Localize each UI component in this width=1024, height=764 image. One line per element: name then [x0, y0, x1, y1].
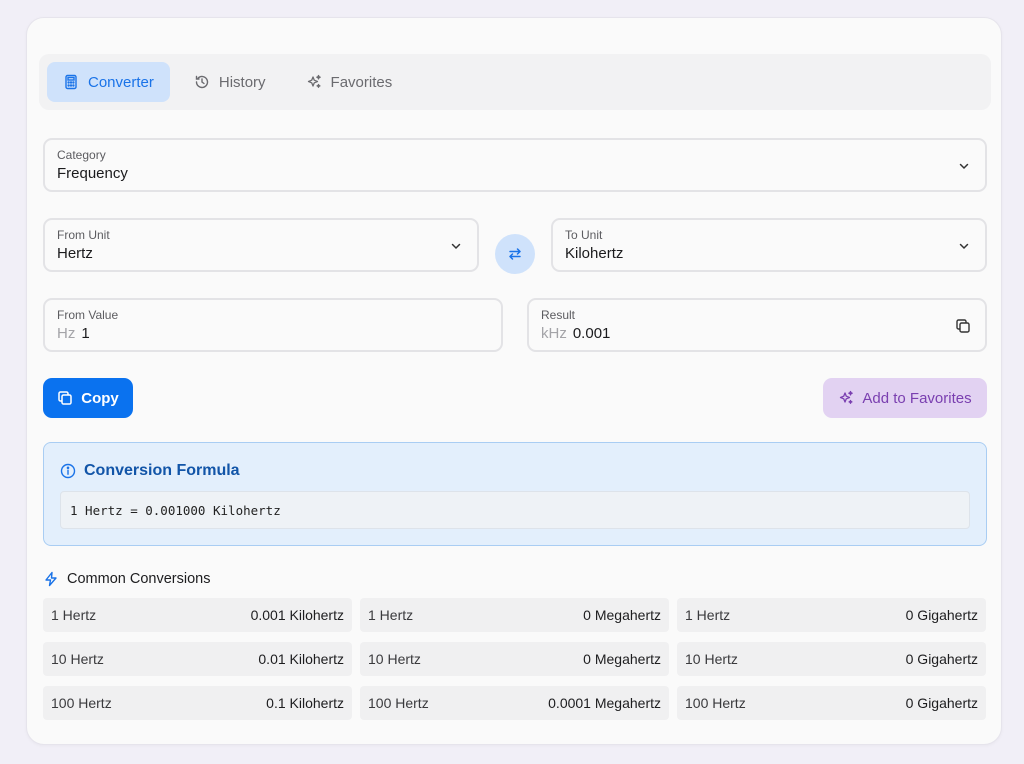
category-label: Category	[57, 148, 106, 162]
swap-arrows-icon	[509, 248, 521, 260]
lightning-icon	[45, 571, 57, 587]
history-icon	[195, 75, 209, 89]
info-icon	[60, 463, 76, 479]
chevron-down-icon	[451, 243, 461, 250]
formula-title-text: Conversion Formula	[84, 462, 240, 479]
tab-converter-label: Converter	[88, 73, 154, 91]
formula-title: Conversion Formula	[60, 462, 240, 480]
common-conversion-item[interactable]: 10 Hertz 0 Megahertz	[360, 642, 669, 676]
to-unit-select[interactable]: To Unit Kilohertz	[551, 218, 987, 272]
sparkles-icon	[840, 390, 854, 404]
common-conversions-title: Common Conversions	[43, 571, 210, 587]
converter-card: Converter History Favorites Category Fre…	[26, 17, 1002, 745]
sparkles-icon	[307, 74, 321, 88]
common-conversion-item[interactable]: 1 Hertz 0 Gigahertz	[677, 598, 986, 632]
result-label: Result	[541, 308, 576, 322]
common-conversion-item[interactable]: 10 Hertz 0 Gigahertz	[677, 642, 986, 676]
copy-icon	[58, 391, 72, 405]
copy-button-label: Copy	[81, 389, 119, 407]
tab-favorites-label: Favorites	[330, 73, 393, 91]
result-unit: kHz	[541, 325, 567, 342]
common-conversion-item[interactable]: 100 Hertz 0 Gigahertz	[677, 686, 986, 720]
from-unit-value: Hertz	[57, 245, 93, 262]
tab-converter[interactable]: Converter	[47, 62, 170, 102]
to-unit-label: To Unit	[565, 228, 603, 242]
calculator-icon	[65, 74, 77, 90]
common-conversion-item[interactable]: 100 Hertz 0.0001 Megahertz	[360, 686, 669, 720]
copy-result-icon[interactable]	[955, 318, 971, 334]
tab-bar: Converter History Favorites	[39, 54, 991, 110]
common-conversion-item[interactable]: 10 Hertz 0.01 Kilohertz	[43, 642, 352, 676]
result-value: 0.001	[572, 325, 611, 342]
add-to-favorites-label: Add to Favorites	[862, 389, 972, 407]
swap-units-button[interactable]	[495, 234, 535, 274]
add-to-favorites-button[interactable]: Add to Favorites	[823, 378, 987, 418]
copy-button[interactable]: Copy	[43, 378, 133, 418]
tab-history[interactable]: History	[178, 62, 282, 102]
from-unit-select[interactable]: From Unit Hertz	[43, 218, 479, 272]
common-conversion-item[interactable]: 1 Hertz 0 Megahertz	[360, 598, 669, 632]
category-value: Frequency	[57, 165, 128, 182]
from-value-label: From Value	[57, 308, 119, 322]
formula-text: 1 Hertz = 0.001000 Kilohertz	[60, 491, 970, 529]
from-value-field[interactable]: From Value Hz 1	[43, 298, 503, 352]
common-conversion-item[interactable]: 100 Hertz 0.1 Kilohertz	[43, 686, 352, 720]
from-value-input[interactable]: 1	[81, 325, 89, 342]
to-unit-value: Kilohertz	[565, 245, 624, 262]
conversion-formula-panel: Conversion Formula 1 Hertz = 0.001000 Ki…	[43, 442, 987, 546]
category-select[interactable]: Category Frequency	[43, 138, 987, 192]
common-conversions-grid: 1 Hertz 0.001 Kilohertz 1 Hertz 0 Megahert…	[43, 598, 987, 720]
from-value-unit: Hz	[57, 325, 76, 342]
chevron-down-icon	[959, 243, 969, 250]
common-conversions-title-text: Common Conversions	[67, 571, 211, 587]
common-conversion-item[interactable]: 1 Hertz 0.001 Kilohertz	[43, 598, 352, 632]
from-unit-label: From Unit	[57, 228, 110, 242]
chevron-down-icon	[959, 163, 969, 170]
result-field: Result kHz 0.001	[527, 298, 987, 352]
tab-favorites[interactable]: Favorites	[290, 62, 409, 102]
tab-history-label: History	[218, 73, 266, 91]
